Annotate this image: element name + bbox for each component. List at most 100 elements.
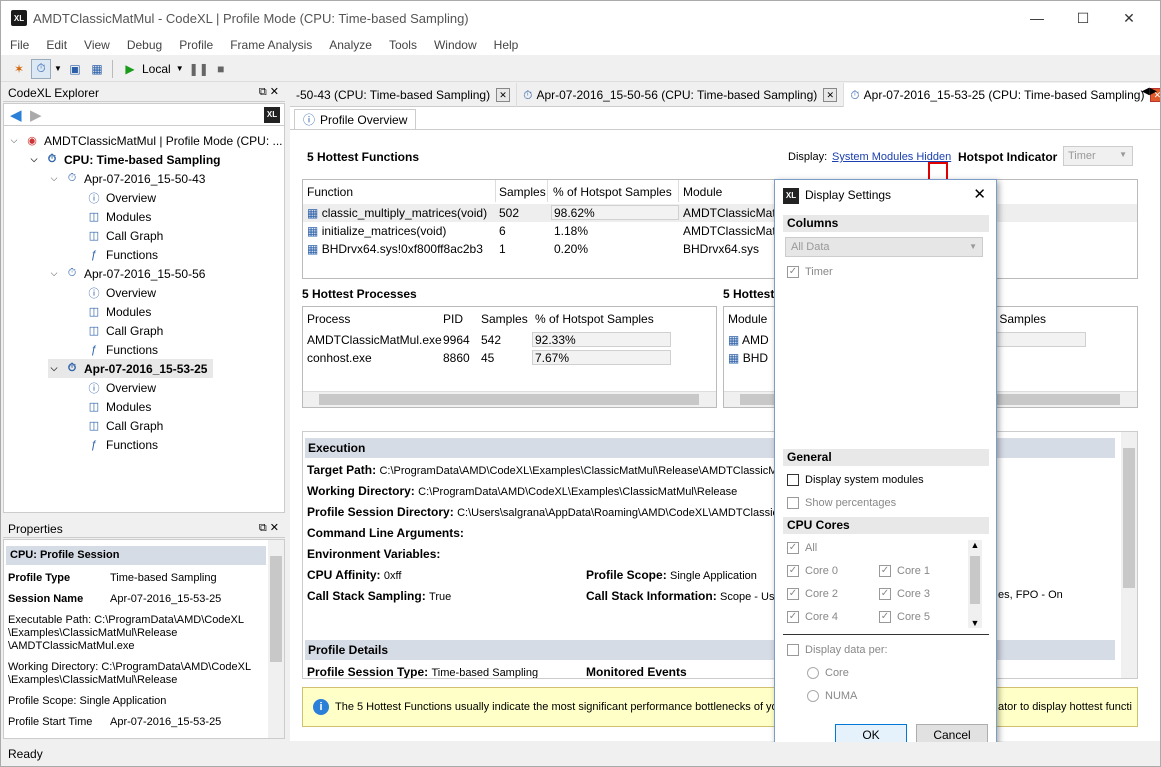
show-percentages-checkbox[interactable]: Show percentages <box>787 497 896 509</box>
collapse-icon[interactable]: ⌵ <box>48 173 60 184</box>
tree-functions[interactable]: ƒ Functions <box>82 340 158 359</box>
module-name[interactable]: AMD <box>742 333 769 347</box>
core-3-checkbox[interactable]: ✓ Core 3 <box>879 588 930 600</box>
core-4-checkbox[interactable]: ✓ Core 4 <box>787 611 838 623</box>
menu-debug[interactable]: Debug <box>118 38 170 52</box>
panel-float-icon[interactable]: ⧉ ✕ <box>259 521 279 535</box>
panel-float-icon[interactable]: ⧉ ✕ <box>259 85 279 99</box>
tree-call-graph[interactable]: ◫ Call Graph <box>82 226 164 245</box>
pause-icon[interactable]: ❚❚ <box>189 59 209 79</box>
core-2-checkbox[interactable]: ✓ Core 2 <box>787 588 838 600</box>
menu-frame-analysis[interactable]: Frame Analysis <box>221 38 320 52</box>
back-arrow-icon[interactable]: ◀ <box>10 106 22 124</box>
numa-radio[interactable]: NUMA <box>807 690 857 702</box>
column-header[interactable]: Module <box>683 185 722 199</box>
column-header[interactable]: Process <box>307 312 350 326</box>
column-header[interactable]: Function <box>307 185 353 199</box>
forward-arrow-icon[interactable]: ▶ <box>30 106 42 124</box>
core-0-checkbox[interactable]: ✓ Core 0 <box>787 565 838 577</box>
codexl-home-icon[interactable]: XL <box>264 107 280 123</box>
menu-window[interactable]: Window <box>425 38 485 52</box>
core-all-checkbox[interactable]: ✓ All <box>787 542 817 554</box>
close-icon[interactable]: ✕ <box>823 88 838 102</box>
tree-call-graph[interactable]: ◫ Call Graph <box>82 416 164 435</box>
module-name[interactable]: BHD <box>743 351 768 365</box>
local-label[interactable]: Local <box>142 62 171 76</box>
column-header[interactable]: Samples <box>499 185 546 199</box>
field-value: C:\ProgramData\AMD\CodeXL\Examples\Class… <box>418 486 738 498</box>
column-header[interactable]: Module <box>728 312 767 326</box>
general-section: General <box>783 449 989 466</box>
close-button[interactable]: ✕ <box>1106 1 1152 35</box>
menu-analyze[interactable]: Analyze <box>320 38 380 52</box>
horizontal-scrollbar[interactable] <box>303 391 716 407</box>
chevron-down-icon[interactable]: ▼ <box>173 59 187 79</box>
subtab-profile-overview[interactable]: ⓘ Profile Overview <box>294 109 417 129</box>
field-value: True <box>429 591 452 603</box>
menu-edit[interactable]: Edit <box>37 38 75 52</box>
timer-checkbox[interactable]: ✓ Timer <box>787 266 833 278</box>
close-icon[interactable]: ✕ <box>496 88 511 102</box>
stop-icon[interactable]: ■ <box>211 59 231 79</box>
timer-icon[interactable]: ⏱ <box>31 58 51 79</box>
tree-modules[interactable]: ◫ Modules <box>82 207 152 226</box>
tree-cpu[interactable]: ⌵ ⏱ CPU: Time-based Sampling <box>28 150 221 169</box>
tab-scroll-arrows[interactable]: ◀▶ <box>1142 86 1157 97</box>
play-icon[interactable]: ▶ <box>120 59 140 79</box>
core-radio[interactable]: Core <box>807 667 849 679</box>
collapse-icon[interactable]: ⌵ <box>8 135 20 146</box>
function-name[interactable]: classic_multiply_matrices(void) <box>322 206 487 220</box>
tab-session-1[interactable]: -50-43 (CPU: Time-based Sampling) ✕ <box>290 83 518 107</box>
tree-modules[interactable]: ◫ Modules <box>82 397 152 416</box>
hotspot-indicator-select[interactable]: Timer ▼ <box>1063 146 1133 166</box>
tree-call-graph[interactable]: ◫ Call Graph <box>82 321 164 340</box>
sampling-icon[interactable]: ✶ <box>9 59 29 79</box>
maximize-button[interactable]: ☐ <box>1060 1 1106 35</box>
toolbar: ✶ ⏱ ▼ ▣ ▦ ▶ Local ▼ ❚❚ ■ <box>1 56 1160 82</box>
columns-select[interactable]: All Data ▼ <box>785 237 983 257</box>
checkbox-checked-icon: ✓ <box>787 588 799 600</box>
tree-overview[interactable]: ⓘ Overview <box>82 188 157 207</box>
column-header[interactable]: Samples <box>481 312 528 326</box>
chevron-down-icon[interactable]: ▼ <box>53 59 63 79</box>
menu-file[interactable]: File <box>1 38 37 52</box>
function-name[interactable]: BHDrvx64.sys!0xf800ff8ac2b3 <box>322 242 483 256</box>
tree-functions[interactable]: ƒ Functions <box>82 435 158 454</box>
minimize-button[interactable]: — <box>1014 1 1060 35</box>
tree-session-2[interactable]: ⌵ ⏱ Apr-07-2016_15-50-56 <box>48 264 206 283</box>
menu-tools[interactable]: Tools <box>380 38 425 52</box>
dialog-close-icon[interactable]: ✕ <box>973 185 986 203</box>
chip-icon[interactable]: ▣ <box>65 59 85 79</box>
collapse-icon[interactable]: ⌵ <box>48 363 60 374</box>
process-name[interactable]: AMDTClassicMatMul.exe <box>307 333 442 347</box>
tab-session-3[interactable]: ⏱ Apr-07-2016_15-53-25 (CPU: Time-based S… <box>844 83 1160 107</box>
clock-icon: ⏱ <box>67 362 77 374</box>
menu-profile[interactable]: Profile <box>170 38 221 52</box>
cores-scrollbar[interactable]: ▲ ▼ <box>968 540 982 628</box>
tree-root[interactable]: ⌵ ◉ AMDTClassicMatMul | Profile Mode (CPU:… <box>8 131 283 150</box>
properties-scrollbar[interactable] <box>268 540 284 738</box>
tree-modules[interactable]: ◫ Modules <box>82 302 152 321</box>
column-header[interactable]: % of Hotspot Samples <box>553 185 672 199</box>
collapse-icon[interactable]: ⌵ <box>48 268 60 279</box>
tree-session-1[interactable]: ⌵ ⏱ Apr-07-2016_15-50-43 <box>48 169 206 188</box>
tab-session-2[interactable]: ⏱ Apr-07-2016_15-50-56 (CPU: Time-based S… <box>517 83 845 107</box>
cpu-cores-section: CPU Cores <box>783 517 989 534</box>
process-name[interactable]: conhost.exe <box>307 351 372 365</box>
tree-overview[interactable]: ⓘ Overview <box>82 378 157 397</box>
menu-help[interactable]: Help <box>485 38 527 52</box>
collapse-icon[interactable]: ⌵ <box>28 154 40 165</box>
chart-icon[interactable]: ▦ <box>87 59 107 79</box>
menu-view[interactable]: View <box>75 38 118 52</box>
core-1-checkbox[interactable]: ✓ Core 1 <box>879 565 930 577</box>
tree-overview[interactable]: ⓘ Overview <box>82 283 157 302</box>
tree-session-3[interactable]: ⌵ ⏱ Apr-07-2016_15-53-25 <box>48 359 214 378</box>
vertical-scrollbar[interactable] <box>1121 432 1137 678</box>
function-name[interactable]: initialize_matrices(void) <box>322 224 447 238</box>
tree-functions[interactable]: ƒ Functions <box>82 245 158 264</box>
column-header[interactable]: PID <box>443 312 463 326</box>
core-5-checkbox[interactable]: ✓ Core 5 <box>879 611 930 623</box>
display-system-modules-checkbox[interactable]: Display system modules <box>787 474 924 486</box>
column-header[interactable]: % of Hotspot Samples <box>535 312 654 326</box>
display-data-per-checkbox[interactable]: Display data per: <box>787 644 888 656</box>
